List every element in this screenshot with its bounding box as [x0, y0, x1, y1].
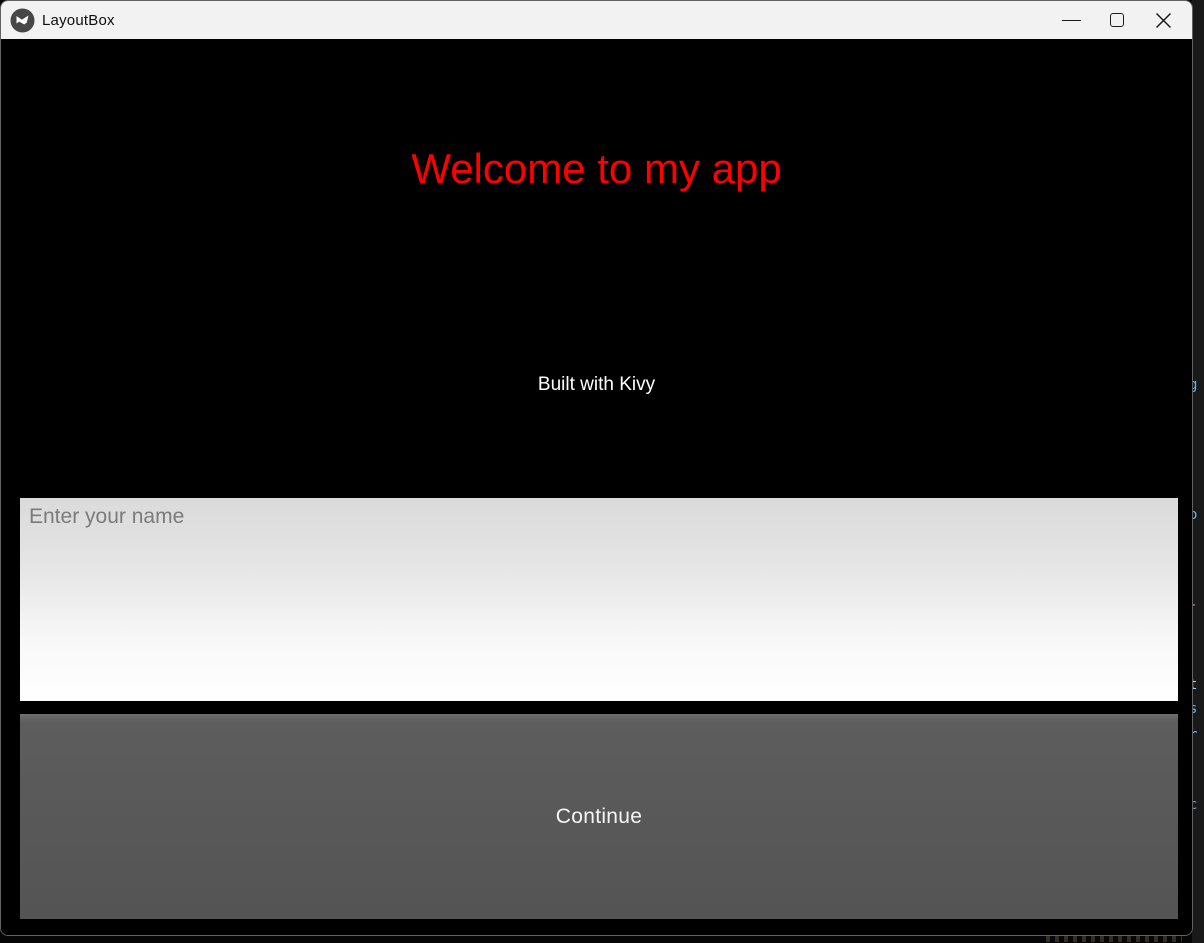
code-fragment: -: [1192, 598, 1204, 612]
minimize-icon: [1061, 19, 1081, 21]
built-with-label: Built with Kivy: [537, 374, 656, 395]
titlebar[interactable]: LayoutBox: [1, 1, 1192, 39]
window-title: LayoutBox: [42, 11, 115, 29]
code-fragment: r: [1192, 727, 1198, 743]
window-controls: [1048, 1, 1192, 39]
continue-button-label: Continue: [555, 804, 643, 828]
close-icon: [1155, 12, 1171, 28]
background-editor-strip: g o - tsr c: [1192, 0, 1204, 943]
minimize-button[interactable]: [1048, 1, 1094, 39]
code-fragment: g: [1192, 377, 1198, 393]
app-content: Welcome to my app Built with Kivy Contin…: [1, 39, 1192, 935]
close-button[interactable]: [1140, 1, 1186, 39]
app-window: LayoutBox Welcome to my app Built with K…: [0, 0, 1193, 936]
code-fragment: t: [1192, 677, 1198, 693]
maximize-icon: [1110, 13, 1124, 27]
code-fragment: s: [1192, 701, 1198, 717]
maximize-button[interactable]: [1094, 1, 1140, 39]
continue-button[interactable]: Continue: [20, 714, 1178, 919]
desktop: { "window": { "title": "LayoutBox", "tit…: [0, 0, 1204, 943]
name-input[interactable]: [20, 498, 1178, 701]
background-glyphs: [1046, 935, 1182, 942]
code-fragment: o: [1192, 507, 1198, 523]
kivy-logo-icon[interactable]: [10, 8, 35, 33]
welcome-heading: Welcome to my app: [411, 145, 782, 192]
code-fragment: c: [1192, 797, 1198, 813]
